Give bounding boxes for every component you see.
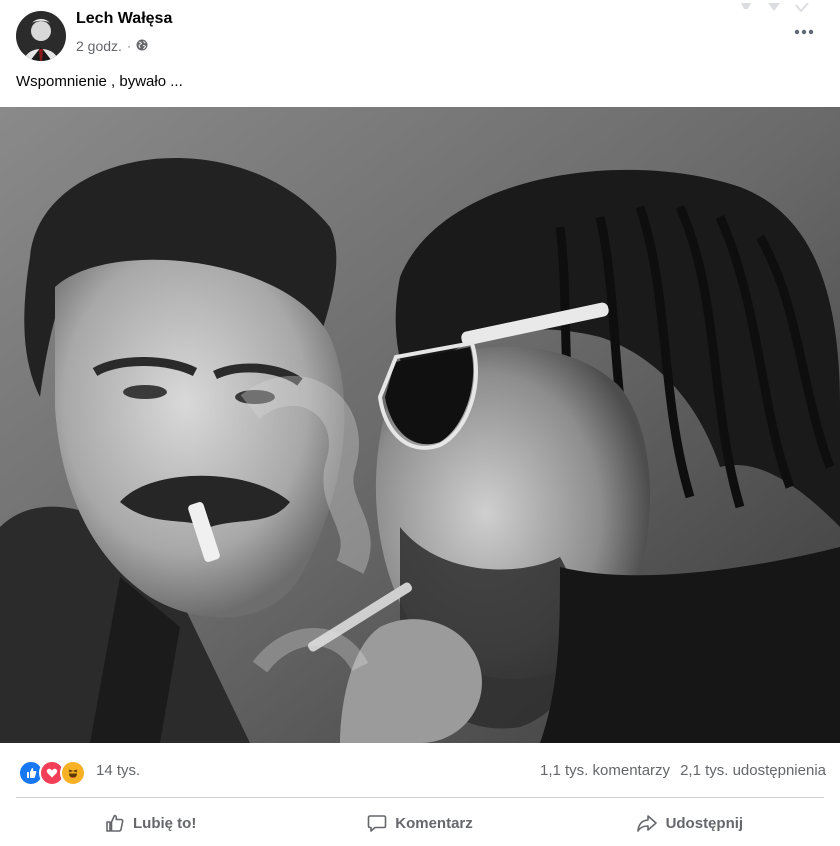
more-options-icon[interactable] [792, 20, 816, 44]
reactions-bar: 14 tys. 1,1 tys. komentarzy 2,1 tys. udo… [0, 743, 840, 797]
post-text: Wspomnienie , bywało ... [16, 73, 183, 90]
pin-icon[interactable] [738, 0, 754, 18]
post-header: Lech Wałęsa 2 godz. · [0, 0, 840, 68]
comments-count[interactable]: 1,1 tys. komentarzy [540, 762, 670, 779]
edit-icon[interactable] [766, 0, 782, 18]
post-actions: Lubię to! Komentarz Udostępnij [16, 803, 824, 843]
comment-button[interactable]: Komentarz [285, 803, 554, 843]
like-label: Lubię to! [133, 814, 197, 832]
post-stats: 1,1 tys. komentarzy 2,1 tys. udostępnien… [540, 762, 826, 779]
thumbs-up-icon [105, 813, 125, 833]
like-button[interactable]: Lubię to! [16, 803, 285, 843]
reaction-icons[interactable] [18, 760, 86, 786]
post-meta: 2 godz. · [76, 38, 148, 54]
meta-separator: · [126, 39, 131, 53]
top-icons [738, 0, 810, 18]
author-avatar[interactable] [16, 11, 66, 61]
comment-label: Komentarz [395, 814, 473, 832]
shares-count[interactable]: 2,1 tys. udostępnienia [680, 762, 826, 779]
author-name[interactable]: Lech Wałęsa [76, 10, 172, 28]
reaction-count[interactable]: 14 tys. [96, 762, 140, 779]
share-icon [636, 813, 658, 833]
actions-divider [16, 797, 824, 798]
globe-icon [136, 38, 148, 54]
post-photo[interactable] [0, 107, 840, 743]
post-time[interactable]: 2 godz. [76, 38, 122, 54]
check-icon[interactable] [794, 0, 810, 18]
haha-icon [60, 760, 86, 786]
share-button[interactable]: Udostępnij [555, 803, 824, 843]
share-label: Udostępnij [665, 814, 744, 832]
comment-icon [367, 813, 387, 833]
